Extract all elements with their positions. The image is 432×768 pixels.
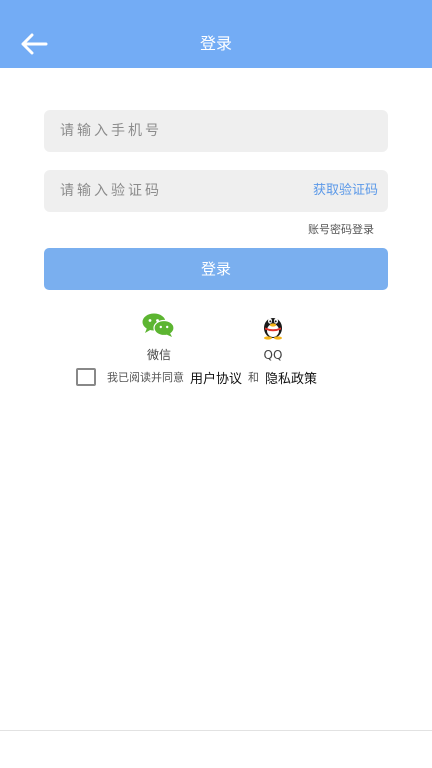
wechat-icon [142,313,175,337]
bottom-divider [0,730,432,731]
agreement-and: 和 [248,371,260,384]
verification-code-input[interactable] [60,170,280,212]
qq-label: QQ [263,348,283,362]
code-field-container: 获取验证码 [44,170,388,212]
qq-login-button[interactable]: QQ [243,312,303,362]
qq-penguin-icon [264,318,282,340]
agreement-prefix: 我已阅读并同意 [107,371,184,384]
login-button[interactable]: 登录 [44,248,388,290]
password-login-link[interactable]: 账号密码登录 [308,221,374,237]
phone-field-container [44,110,388,152]
page-title: 登录 [199,34,232,53]
privacy-policy-link[interactable]: 隐私政策 [265,368,317,387]
phone-input[interactable] [60,110,370,152]
wechat-label: 微信 [146,348,171,362]
agreement-row: 我已阅读并同意 用户协议 和 隐私政策 [76,367,323,387]
get-code-button[interactable]: 获取验证码 [313,170,378,212]
user-agreement-link[interactable]: 用户协议 [190,368,242,387]
wechat-login-button[interactable]: 微信 [129,312,189,363]
top-bar: 登录 [0,0,432,68]
agreement-checkbox[interactable] [76,368,96,386]
